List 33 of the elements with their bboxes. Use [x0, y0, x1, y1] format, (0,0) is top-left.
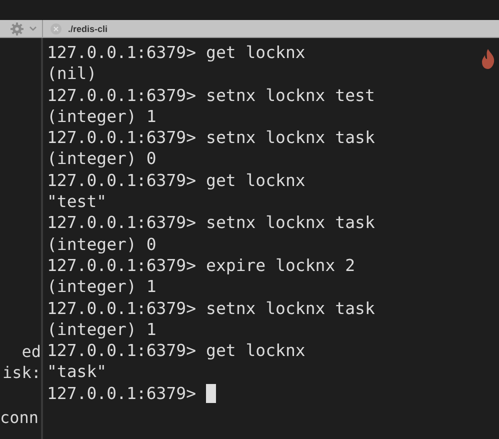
close-icon[interactable]	[50, 22, 62, 34]
terminal-prompt: 127.0.0.1:6379>	[47, 42, 196, 64]
terminal-output: (integer) 1	[47, 276, 156, 298]
terminal-prompt: 127.0.0.1:6379>	[47, 382, 196, 404]
terminal-prompt: 127.0.0.1:6379>	[47, 170, 196, 192]
terminal-command: setnx locknx task	[206, 298, 375, 319]
settings-icon[interactable]	[10, 22, 24, 36]
terminal-command: setnx locknx task	[206, 212, 375, 234]
terminal-text: isk:	[2, 362, 41, 384]
terminal-prompt: 127.0.0.1:6379>	[47, 298, 196, 319]
terminal-prompt: 127.0.0.1:6379>	[47, 127, 196, 148]
terminal-prompt: 127.0.0.1:6379>	[47, 212, 196, 234]
terminal-command: expire locknx 2	[206, 254, 356, 276]
terminal-output: "test"	[47, 191, 107, 212]
terminal-command: setnx locknx task	[206, 127, 375, 148]
terminal-text: ed	[22, 341, 41, 362]
tab-title[interactable]: ./redis-cli	[68, 24, 108, 34]
terminal-output: (integer) 1	[47, 318, 156, 340]
terminal-prompt: 127.0.0.1:6379>	[47, 84, 196, 106]
terminal-output: (integer) 0	[47, 148, 156, 170]
terminal-output: (integer) 1	[47, 106, 156, 128]
terminal-command: get locknx	[206, 170, 306, 192]
terminal-text: conn	[0, 406, 39, 428]
terminal-prompt: 127.0.0.1:6379>	[47, 340, 196, 362]
terminal-command: get locknx	[206, 340, 306, 362]
terminal-prompt: 127.0.0.1:6379>	[47, 254, 196, 276]
terminal-output: "task"	[47, 361, 107, 383]
terminal-command: setnx locknx test	[206, 84, 375, 106]
terminal-output: (integer) 0	[47, 234, 156, 255]
flame-icon	[481, 49, 495, 69]
terminal-output: (nil)	[47, 63, 97, 85]
terminal-command: get locknx	[206, 42, 306, 64]
chevron-down-icon[interactable]	[29, 26, 37, 32]
